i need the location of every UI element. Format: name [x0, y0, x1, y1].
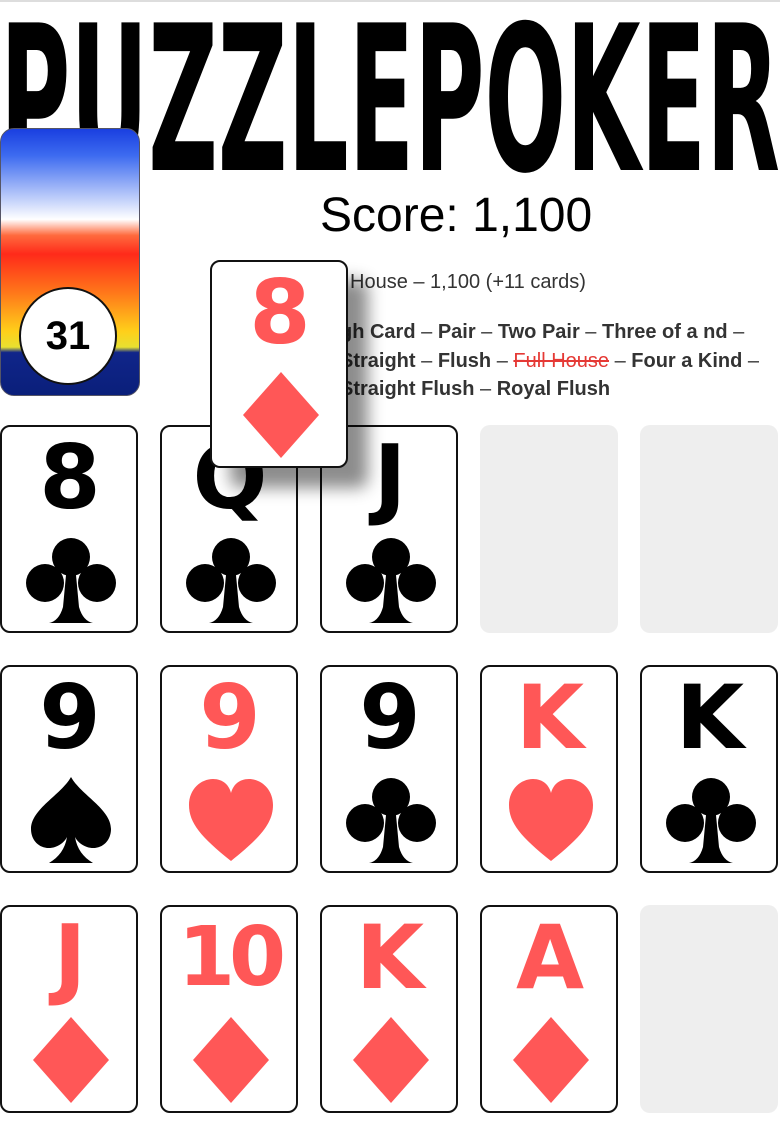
card-rank: 9: [359, 666, 420, 769]
hand-separator: –: [415, 349, 438, 372]
card-rank: K: [515, 666, 584, 769]
hand-separator: –: [474, 378, 497, 400]
card-rank: K: [355, 906, 424, 1009]
timer-gauge: 31: [0, 128, 140, 396]
diamond-suit-icon: [21, 1015, 121, 1105]
hand-ranking-item: gh Card: [340, 321, 416, 343]
card-rank: A: [515, 906, 584, 1009]
heart-suit-icon: [181, 775, 281, 865]
card-rank: 9: [39, 666, 100, 769]
hand-separator: –: [609, 349, 632, 372]
hand-separator: –: [415, 321, 438, 343]
playing-card[interactable]: 9: [0, 665, 138, 873]
hand-rankings-list: gh Card – Pair – Two Pair – Three of a n…: [340, 318, 780, 404]
heart-suit-icon: [501, 775, 601, 865]
playing-card[interactable]: K: [480, 665, 618, 873]
hand-separator: –: [727, 321, 745, 343]
hand-ranking-item: Pair: [437, 321, 476, 343]
playing-card[interactable]: 9: [320, 665, 458, 873]
hand-ranking-item: Two Pair: [497, 321, 580, 343]
card-rank: 8: [249, 261, 310, 364]
club-suit-icon: [341, 775, 441, 865]
diamond-suit-icon: [341, 1015, 441, 1105]
last-hand-result: l House – 1,100 (+11 cards): [340, 271, 586, 293]
club-suit-icon: [21, 535, 121, 625]
hand-ranking-item: Straight: [340, 349, 416, 372]
playing-card[interactable]: K: [640, 665, 778, 873]
empty-card-slot[interactable]: [640, 905, 778, 1113]
held-card[interactable]: 8: [210, 260, 348, 468]
hand-ranking-item: Flush: [437, 349, 492, 372]
hand-separator: –: [742, 349, 760, 372]
playing-card[interactable]: 8: [0, 425, 138, 633]
timer-counter: 31: [19, 287, 117, 385]
club-suit-icon: [341, 535, 441, 625]
diamond-suit-icon: [501, 1015, 601, 1105]
club-suit-icon: [661, 775, 761, 865]
hand-ranking-item: Full House: [513, 349, 610, 372]
hand-separator: –: [579, 321, 602, 343]
diamond-suit-icon: [181, 1015, 281, 1105]
hand-ranking-item: Four a Kind: [631, 349, 743, 372]
card-rank: J: [53, 906, 87, 1009]
playing-card[interactable]: J: [0, 905, 138, 1113]
playing-card[interactable]: 9: [160, 665, 298, 873]
hand-separator: –: [475, 321, 498, 343]
card-rank: 10: [177, 910, 286, 1005]
card-rank: 9: [199, 666, 260, 769]
hand-ranking-item: Straight Flush: [340, 378, 475, 400]
empty-card-slot[interactable]: [480, 425, 618, 633]
card-rank: 8: [39, 426, 100, 529]
card-rank: K: [675, 666, 744, 769]
spade-suit-icon: [21, 775, 121, 865]
playing-card[interactable]: K: [320, 905, 458, 1113]
diamond-suit-icon: [231, 370, 331, 460]
playing-card[interactable]: A: [480, 905, 618, 1113]
score-display: Score: 1,100: [320, 189, 593, 242]
hand-separator: –: [491, 349, 514, 372]
club-suit-icon: [181, 535, 281, 625]
empty-card-slot[interactable]: [640, 425, 778, 633]
playing-card[interactable]: 10: [160, 905, 298, 1113]
hand-ranking-item: Three of a nd: [602, 321, 728, 343]
hand-ranking-item: Royal Flush: [496, 378, 611, 400]
